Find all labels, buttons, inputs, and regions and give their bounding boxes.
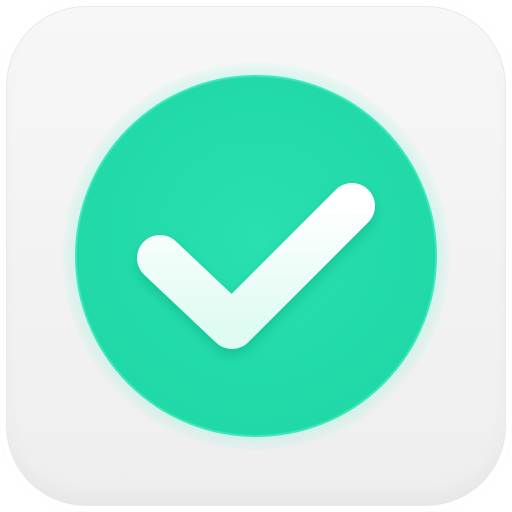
stage <box>0 0 512 512</box>
app-icon-tile[interactable] <box>0 0 512 512</box>
badge-circle <box>75 75 437 437</box>
checkmark-badge-svg <box>75 75 437 437</box>
success-badge <box>74 74 438 438</box>
